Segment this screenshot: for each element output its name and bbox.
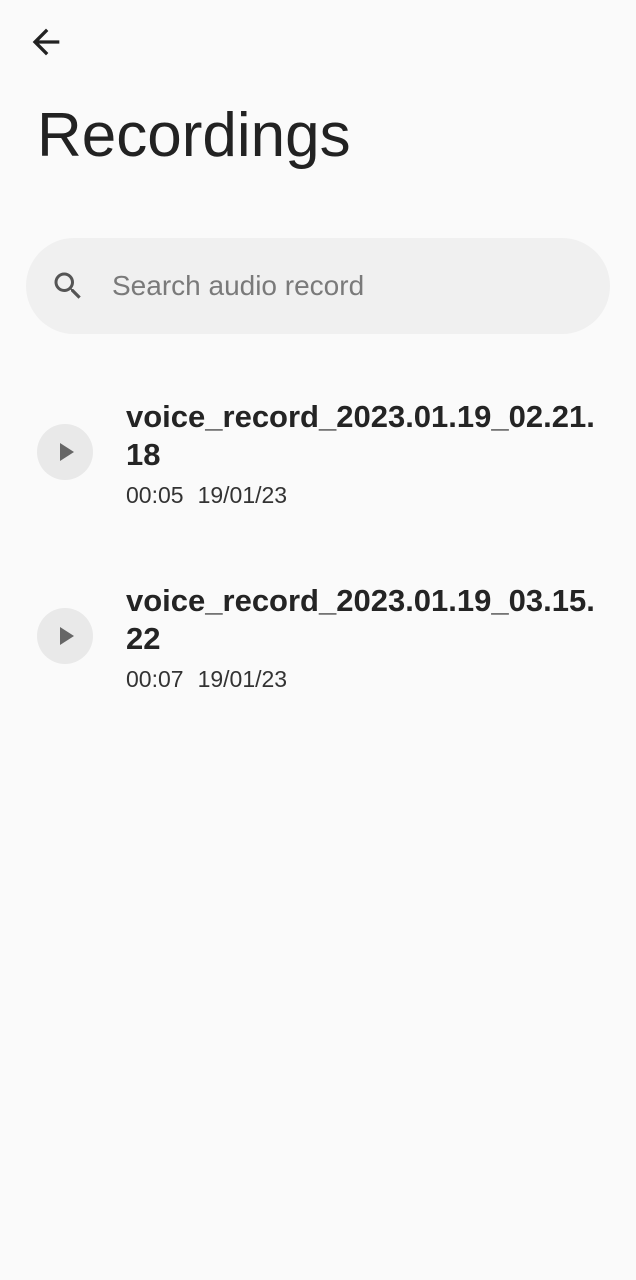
- play-icon: [60, 627, 74, 645]
- list-item[interactable]: voice_record_2023.01.19_02.21.18 00:05 19…: [0, 390, 636, 574]
- recording-duration: 00:05: [126, 482, 184, 508]
- recording-date: 19/01/23: [197, 666, 288, 692]
- back-button[interactable]: [22, 20, 70, 64]
- play-button[interactable]: [37, 424, 93, 480]
- play-button[interactable]: [37, 608, 93, 664]
- page-title: Recordings: [37, 101, 351, 170]
- recording-duration: 00:07: [126, 666, 184, 692]
- recording-name: voice_record_2023.01.19_03.15.22: [126, 583, 595, 656]
- recording-date: 19/01/23: [197, 482, 288, 508]
- search-bar[interactable]: [26, 238, 610, 334]
- recording-meta: 00:07 19/01/23: [126, 664, 287, 694]
- search-input[interactable]: [112, 238, 582, 334]
- search-icon: [54, 272, 81, 299]
- list-item[interactable]: voice_record_2023.01.19_03.15.22 00:07 19…: [0, 574, 636, 758]
- recording-meta: 00:05 19/01/23: [126, 480, 287, 510]
- recording-list: voice_record_2023.01.19_02.21.18 00:05 19…: [0, 390, 636, 758]
- arrow-back-icon: [32, 28, 60, 56]
- play-icon: [60, 443, 74, 461]
- recording-name: voice_record_2023.01.19_02.21.18: [126, 399, 595, 472]
